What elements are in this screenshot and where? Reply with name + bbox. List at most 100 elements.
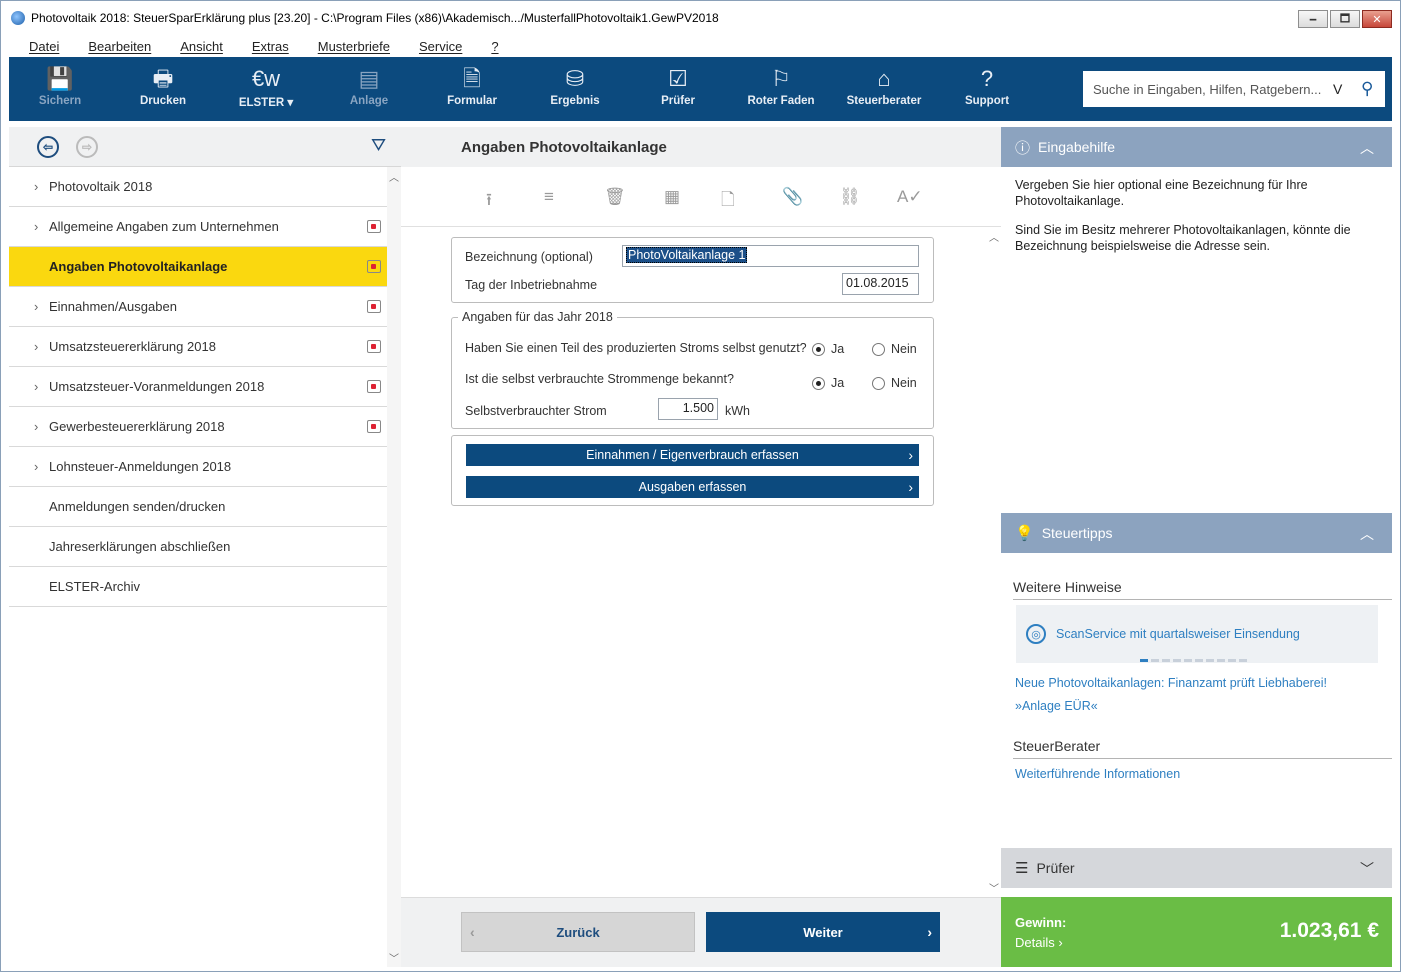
search-icon[interactable]: ⚲ [1361,79,1373,99]
nav-item-angaben-photovoltaikanlage[interactable]: Angaben Photovoltaikanlage [9,247,387,287]
inbetriebnahme-field[interactable]: 01.08.2015 [842,273,919,295]
nav-item-umsatzsteuererklaerung[interactable]: › Umsatzsteuererklärung 2018 [9,327,387,367]
filter-icon[interactable]: ⛛ [371,135,386,156]
nav-item-label: Allgemeine Angaben zum Unternehmen [49,219,279,234]
nav-item-einnahmen-ausgaben[interactable]: › Einnahmen/Ausgaben [9,287,387,327]
chevron-up-icon[interactable]: ︿ [1360,138,1374,158]
carousel-dot[interactable] [1239,659,1247,662]
delete-icon[interactable]: 🗑 [604,187,626,207]
button-label: Zurück [556,924,600,940]
forward-arrow-icon[interactable]: ⇨ [76,136,98,158]
nav-item-label: Photovoltaik 2018 [49,179,153,194]
year-info-group: Angaben für das Jahr 2018 Haben Sie eine… [451,310,934,429]
search-options-button[interactable]: V [1333,81,1353,97]
link-icon[interactable]: ⛓ [839,187,861,207]
scroll-down-icon[interactable]: ﹀ [389,950,399,965]
search-input[interactable] [1093,81,1333,97]
document-edit-icon[interactable]: 🗋 [721,187,735,216]
radio-self-use-ja[interactable]: Ja [812,342,844,356]
chevron-down-icon[interactable]: ﹀ [1360,859,1374,879]
menu-extras[interactable]: Extras [242,39,299,54]
carousel-dot[interactable] [1206,659,1214,662]
pruefer-panel-header[interactable]: ☰ Prüfer ﹀ [1001,848,1392,888]
nav-item-jahreserklaerungen[interactable]: Jahreserklärungen abschließen [9,527,387,567]
paperclip-icon[interactable]: 📎 [782,187,803,207]
nav-item-label: Anmeldungen senden/drucken [49,499,226,514]
checklist-icon: ☰ [1015,860,1029,877]
toolbar-formular[interactable]: 🗎 Formular [427,65,517,107]
einnahmen-button[interactable]: Einnahmen / Eigenverbrauch erfassen › [466,444,919,466]
nav-item-umsatzsteuer-voranmeldungen[interactable]: › Umsatzsteuer-Voranmeldungen 2018 [9,367,387,407]
back-button[interactable]: ‹ Zurück [461,912,695,952]
toolbar-pruefer[interactable]: ☑ Prüfer [633,65,723,107]
lightbulb-icon: 💡 [1015,525,1034,542]
upload-icon[interactable]: ⭱ [486,187,492,216]
radio-amount-known-nein[interactable]: Nein [872,376,917,390]
nav-item-photovoltaik[interactable]: › Photovoltaik 2018 [9,167,387,207]
carousel-dot[interactable] [1173,659,1181,662]
nav-item-elster-archiv[interactable]: ELSTER-Archiv [9,567,387,607]
spellcheck-icon[interactable]: A✓ [897,187,923,207]
divider [1013,758,1392,759]
help-panel-header[interactable]: ⓘ Eingabehilfe ︿ [1001,127,1392,167]
menu-datei[interactable]: Datei [9,39,69,54]
nav-item-anmeldungen-senden[interactable]: Anmeldungen senden/drucken [9,487,387,527]
scroll-down-icon[interactable]: ﹀ [989,880,999,895]
nav-scrollbar[interactable]: ︿ ﹀ [387,167,401,967]
radio-amount-known-ja[interactable]: Ja [812,376,844,390]
maximize-button[interactable]: 🗖 [1330,10,1360,28]
toolbar-roter-faden[interactable]: ⚐ Roter Faden [736,65,826,107]
back-arrow-icon[interactable]: ⇦ [37,136,59,158]
toolbar-steuerberater[interactable]: ⌂ Steuerberater [839,65,929,107]
menu-musterbriefe[interactable]: Musterbriefe [308,39,400,54]
scroll-up-icon[interactable]: ︿ [989,229,999,244]
menu-help[interactable]: ? [481,39,508,54]
liebhaberei-link[interactable]: Neue Photovoltaikanlagen: Finanzamt prüf… [1015,676,1327,690]
carousel-dot[interactable] [1228,659,1236,662]
strom-field[interactable]: 1.500 [658,398,718,420]
radio-self-use-nein[interactable]: Nein [872,342,917,356]
carousel-dot[interactable] [1162,659,1170,662]
profit-summary: Gewinn: Details › 1.023,61 € [1001,897,1392,967]
ausgaben-button[interactable]: Ausgaben erfassen › [466,476,919,498]
toolbar-print[interactable]: 🖶 Drucken [118,65,208,107]
nav-item-label: Gewerbesteuererklärung 2018 [49,419,225,434]
toolbar-ergebnis[interactable]: ⛁ Ergebnis [530,65,620,107]
globe-icon: ◎ [1026,624,1046,644]
chevron-up-icon[interactable]: ︿ [1360,524,1374,544]
carousel-dot[interactable] [1140,659,1148,662]
nav-item-gewerbesteuererklaerung[interactable]: › Gewerbesteuererklärung 2018 [9,407,387,447]
toolbar-elster[interactable]: €w ELSTER ▾ [221,65,311,109]
nav-item-allgemeine-angaben[interactable]: › Allgemeine Angaben zum Unternehmen [9,207,387,247]
toolbar-anlage[interactable]: ▤ Anlage [324,65,414,107]
carousel-dot[interactable] [1151,659,1159,662]
toolbar-support[interactable]: ? Support [942,65,1032,107]
tips-panel-header[interactable]: 💡 Steuertipps ︿ [1001,513,1392,553]
minimize-button[interactable]: 🗕 [1298,10,1328,28]
anlage-euer-link[interactable]: »Anlage EÜR« [1015,699,1098,713]
menu-service[interactable]: Service [409,39,472,54]
details-link[interactable]: Details › [1015,935,1063,950]
add-row-icon[interactable]: ≡ [544,187,554,207]
bezeichnung-field[interactable]: PhotoVoltaikanlage 1 [622,245,919,267]
content-scrollbar[interactable]: ︿ ﹀ [987,227,1001,897]
toolbar-label: ELSTER ▾ [221,95,311,109]
print-icon: 🖶 [152,66,174,91]
next-button[interactable]: Weiter › [706,912,940,952]
weiterfuehrende-link[interactable]: Weiterführende Informationen [1015,767,1180,781]
calculator-icon[interactable]: ▦ [664,187,680,207]
menu-ansicht[interactable]: Ansicht [170,39,233,54]
carousel-dot[interactable] [1184,659,1192,662]
carousel-dot[interactable] [1195,659,1203,662]
toolbar-save[interactable]: 💾 Sichern [15,65,105,107]
scroll-up-icon[interactable]: ︿ [389,169,399,184]
nav-item-lohnsteuer-anmeldungen[interactable]: › Lohnsteuer-Anmeldungen 2018 [9,447,387,487]
carousel-dot[interactable] [1217,659,1225,662]
scanservice-card[interactable]: ◎ ScanService mit quartalsweiser Einsend… [1016,605,1378,663]
scanservice-link[interactable]: ScanService mit quartalsweiser Einsendun… [1056,627,1300,641]
status-flag-icon [367,340,381,353]
menu-bearbeiten[interactable]: Bearbeiten [78,39,161,54]
radio-checked-icon [812,342,825,356]
close-button[interactable]: ✕ [1362,10,1392,28]
chevron-left-icon: ‹ [470,924,475,940]
